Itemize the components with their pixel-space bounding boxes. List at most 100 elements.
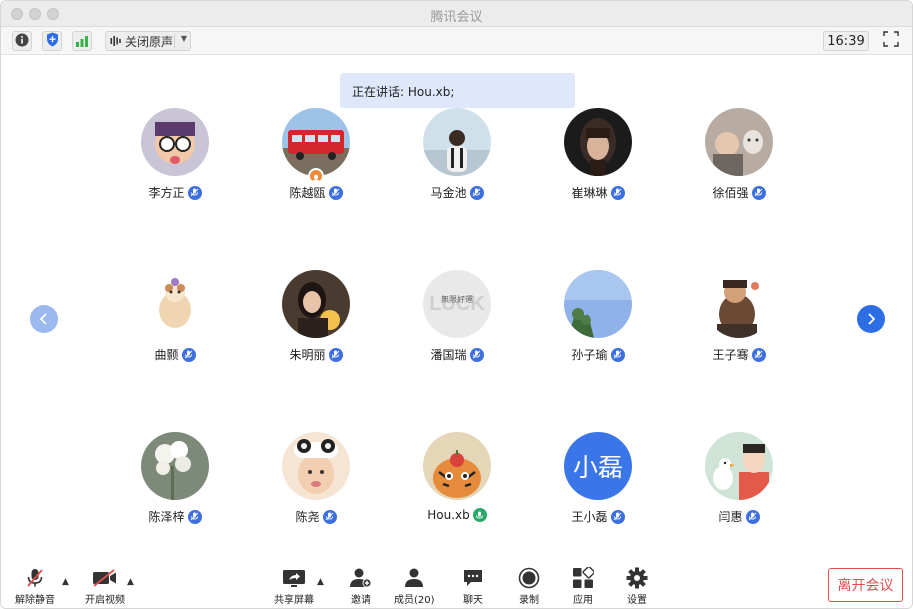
avatar <box>705 108 773 176</box>
participant-tile[interactable]: Hou.xb <box>402 432 512 532</box>
participant-name: 崔琳琳 <box>571 186 608 200</box>
muted-microphone-icon <box>610 185 625 200</box>
participant-name: 闫惠 <box>718 510 743 524</box>
fullscreen-icon <box>883 31 899 51</box>
meeting-info-button[interactable] <box>12 31 32 51</box>
participant-name: 马金池 <box>430 186 467 200</box>
luck-caption: 無限好運 <box>441 294 473 304</box>
waveform-icon <box>110 35 122 47</box>
audio-options-chevron-icon[interactable]: ▲ <box>62 577 69 587</box>
add-person-icon <box>349 565 373 591</box>
original-sound-toggle[interactable]: 关闭原声 ▼ <box>105 31 191 51</box>
window-title: 腾讯会议 <box>430 10 483 25</box>
start-video-button[interactable]: 开启视频 <box>85 565 125 606</box>
muted-microphone-icon <box>610 347 625 362</box>
settings-button[interactable]: 设置 <box>626 565 648 606</box>
participant-name-row: 朱明丽 <box>261 346 371 363</box>
active-speaker-banner: 正在讲话: Hou.xb; <box>340 73 575 108</box>
participant-tile[interactable]: 小磊 王小磊 <box>543 432 653 532</box>
unmute-label: 解除静音 <box>15 595 55 606</box>
chat-bubble-icon <box>462 565 484 591</box>
chat-button[interactable]: 聊天 <box>462 565 484 606</box>
muted-microphone-icon <box>751 347 766 362</box>
video-off-icon <box>92 565 118 591</box>
previous-page-button[interactable] <box>30 305 58 333</box>
muted-microphone-icon <box>328 185 343 200</box>
share-screen-button[interactable]: 共享屏幕 <box>274 565 314 606</box>
participant-tile[interactable]: 马金池 <box>402 108 512 208</box>
participant-name-row: 王小磊 <box>543 508 653 525</box>
avatar <box>423 432 491 500</box>
avatar <box>705 432 773 500</box>
participant-name-row: 陈越瓯 <box>261 184 371 201</box>
apps-button[interactable]: 应用 <box>572 565 594 606</box>
avatar <box>564 270 632 338</box>
participant-tile[interactable]: 朱明丽 <box>261 270 371 370</box>
record-icon <box>518 565 540 591</box>
muted-microphone-icon <box>469 185 484 200</box>
network-status-button[interactable] <box>72 31 92 51</box>
participant-tile[interactable]: 陈越瓯 <box>261 108 371 208</box>
participant-tile[interactable]: 徐佰强 <box>684 108 794 208</box>
invite-button[interactable]: 邀请 <box>349 565 373 606</box>
avatar <box>564 108 632 176</box>
participant-tile[interactable]: 孙子瑜 <box>543 270 653 370</box>
participant-name-row: 陈泽梓 <box>120 508 230 525</box>
info-icon <box>15 32 29 51</box>
share-screen-icon <box>282 565 306 591</box>
muted-microphone-icon <box>745 509 760 524</box>
participant-name-row: 李方正 <box>120 184 230 201</box>
avatar <box>141 108 209 176</box>
share-screen-label: 共享屏幕 <box>274 595 314 606</box>
participant-tile[interactable]: 陈尧 <box>261 432 371 532</box>
unmute-button[interactable]: 解除静音 <box>15 565 55 606</box>
participant-name: 孙子瑜 <box>571 348 608 362</box>
speaking-microphone-icon <box>472 508 487 522</box>
participant-tile[interactable]: LUCK 無限好運 潘国瑞 <box>402 270 512 370</box>
participant-tile[interactable]: 陈泽梓 <box>120 432 230 532</box>
apps-label: 应用 <box>573 595 593 606</box>
meeting-clock: 16:39 <box>823 31 869 51</box>
participant-name: Hou.xb <box>427 508 470 522</box>
participant-tile[interactable]: 曲颢 <box>120 270 230 370</box>
record-button[interactable]: 录制 <box>518 565 540 606</box>
avatar <box>282 432 350 500</box>
meeting-controls-bar: 解除静音 ▲ 开启视频 ▲ 共享屏幕 ▲ 邀请 成员(20) 聊天 录制 应用 … <box>1 553 912 608</box>
participant-name: 王子骞 <box>712 348 749 362</box>
invite-label: 邀请 <box>351 595 371 606</box>
participant-name-row: 马金池 <box>402 184 512 201</box>
leave-meeting-button[interactable]: 离开会议 <box>828 568 903 602</box>
members-button[interactable]: 成员(20) <box>394 565 435 606</box>
avatar <box>705 270 773 338</box>
avatar: LUCK 無限好運 <box>423 270 491 338</box>
chevron-down-icon[interactable]: ▼ <box>181 34 187 43</box>
avatar-initials: 小磊 <box>572 453 623 482</box>
meeting-toolbar: 关闭原声 ▼ 16:39 <box>1 27 912 55</box>
video-options-chevron-icon[interactable]: ▲ <box>127 577 134 587</box>
security-button[interactable] <box>42 31 62 51</box>
participant-tile[interactable]: 崔琳琳 <box>543 108 653 208</box>
avatar: 小磊 <box>564 432 632 500</box>
start-video-label: 开启视频 <box>85 595 125 606</box>
avatar <box>282 108 350 176</box>
participant-name: 陈泽梓 <box>148 510 185 524</box>
participant-name-row: 陈尧 <box>261 508 371 525</box>
avatar <box>141 432 209 500</box>
participant-name-row: 孙子瑜 <box>543 346 653 363</box>
settings-label: 设置 <box>627 595 647 606</box>
participant-tile[interactable]: 闫惠 <box>684 432 794 532</box>
fullscreen-button[interactable] <box>880 31 902 51</box>
next-page-button[interactable] <box>857 305 885 333</box>
muted-microphone-icon <box>181 347 196 362</box>
participant-name-row: 闫惠 <box>684 508 794 525</box>
participant-tile[interactable]: 李方正 <box>120 108 230 208</box>
muted-microphone-icon <box>751 185 766 200</box>
muted-microphone-icon <box>610 509 625 524</box>
gear-icon <box>626 565 648 591</box>
person-icon <box>403 565 425 591</box>
participant-tile[interactable]: 王子骞 <box>684 270 794 370</box>
chevron-left-icon <box>39 310 49 329</box>
signal-bars-icon <box>75 32 89 51</box>
share-options-chevron-icon[interactable]: ▲ <box>317 577 324 587</box>
chevron-right-icon <box>866 310 876 329</box>
